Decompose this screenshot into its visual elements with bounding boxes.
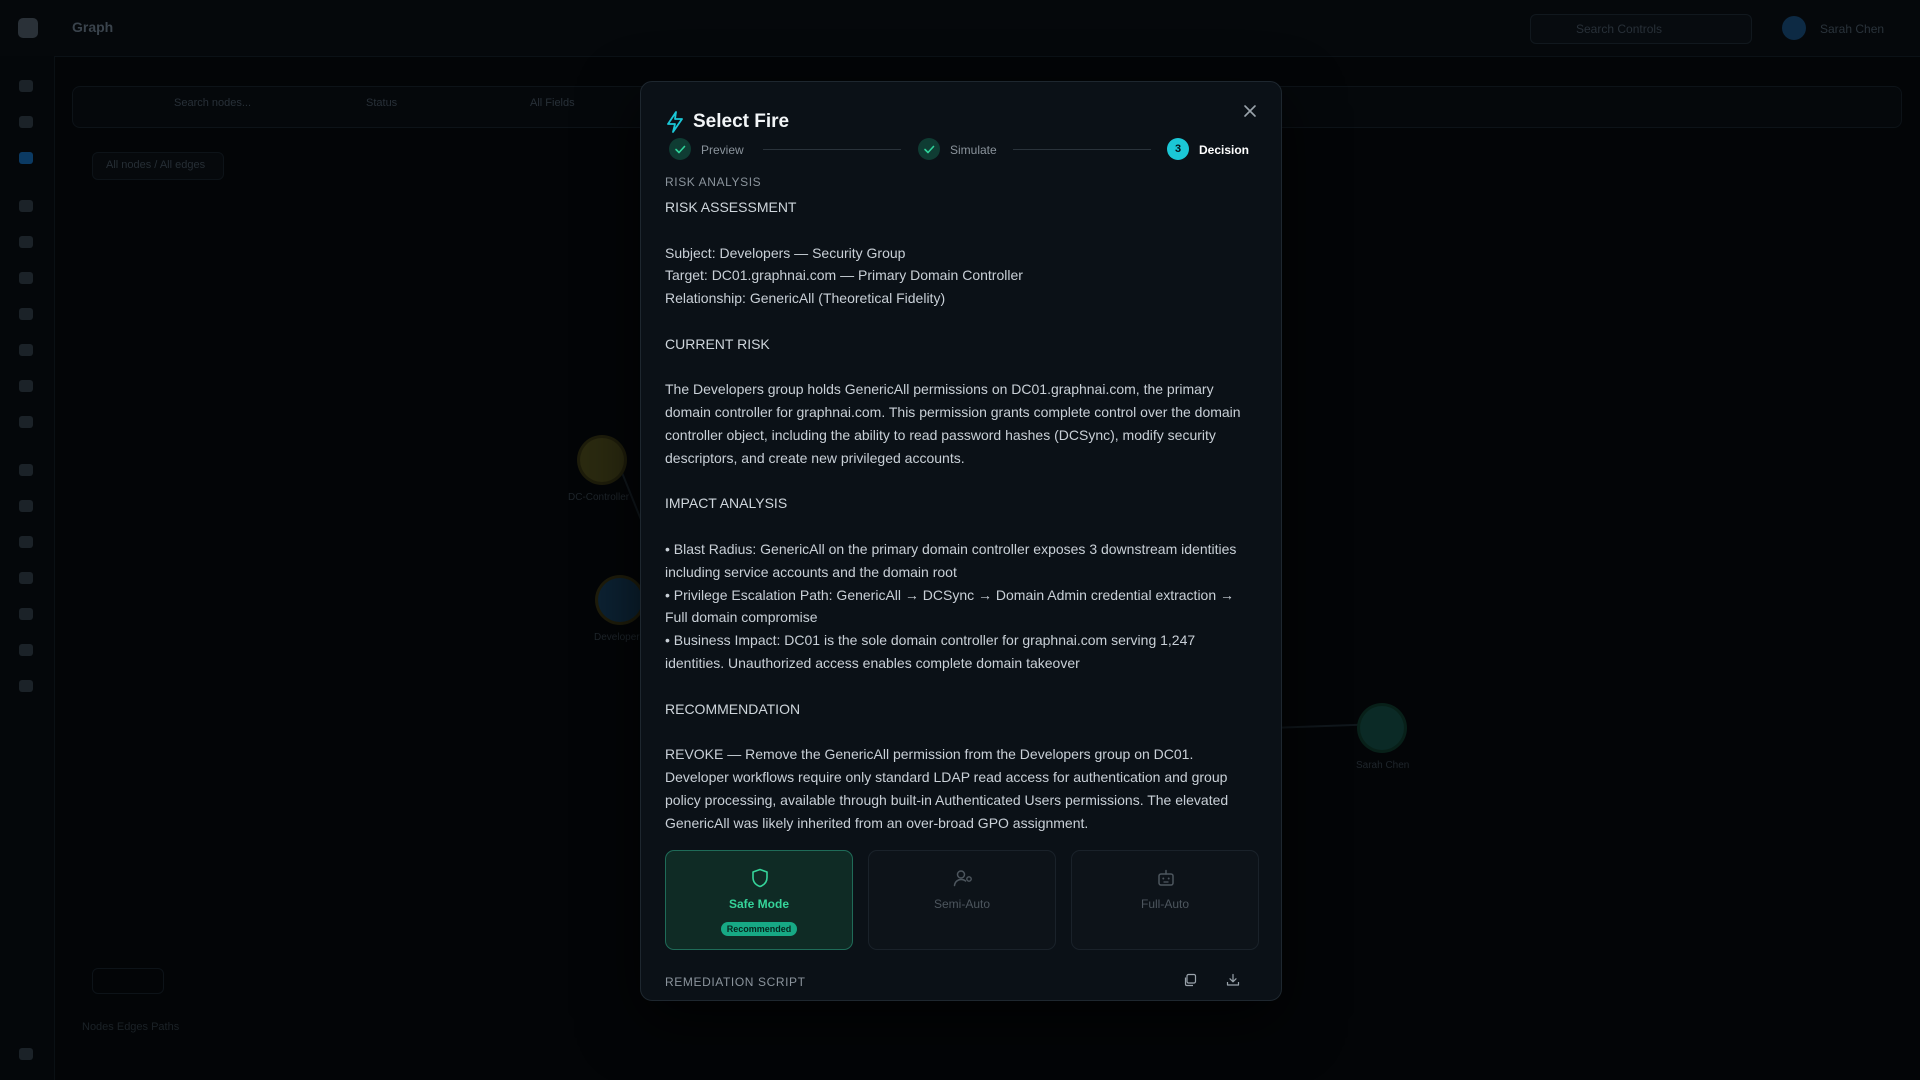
semi-auto-label: Semi-Auto xyxy=(933,897,991,911)
toolbar-search[interactable]: Search nodes... xyxy=(174,97,251,109)
semi-auto-option[interactable]: Semi-Auto xyxy=(868,850,1056,950)
sidebar-graph-icon[interactable] xyxy=(19,152,33,164)
full-auto-option[interactable]: Full-Auto xyxy=(1071,850,1259,950)
graph-node-label: Developers xyxy=(594,632,645,643)
section-tag: RISK ANALYSIS xyxy=(665,175,762,189)
remediation-script-label: REMEDIATION SCRIPT xyxy=(665,975,806,989)
copy-icon[interactable] xyxy=(1183,973,1197,987)
toolbar-fields[interactable]: All Fields xyxy=(530,97,575,109)
graph-node-label: Sarah Chen xyxy=(1356,760,1410,771)
execution-mode-selector: Safe Mode Recommended Semi-Auto Full-Aut… xyxy=(665,850,1259,950)
app-logo-icon[interactable] xyxy=(18,18,38,38)
impact-item: • Blast Radius: GenericAll on the primar… xyxy=(665,540,1237,580)
sidebar-bell-icon[interactable] xyxy=(19,464,33,476)
recommendation-heading: RECOMMENDATION xyxy=(665,700,801,717)
risk-analysis-text: RISK ASSESSMENT Subject: Developers — Se… xyxy=(665,196,1257,834)
step-preview-label: Preview xyxy=(701,143,744,157)
graph-node-user[interactable] xyxy=(1360,706,1404,750)
current-risk-text: The Developers group holds GenericAll pe… xyxy=(665,381,1241,466)
sidebar-chart-icon[interactable] xyxy=(19,380,33,392)
select-fire-modal: Select Fire Preview Simulate 3 Decision … xyxy=(640,81,1282,1001)
robot-icon xyxy=(1158,869,1174,886)
sidebar-users-icon[interactable] xyxy=(19,200,33,212)
bolt-icon xyxy=(667,111,683,133)
sidebar-folder-icon[interactable] xyxy=(19,536,33,548)
top-search-placeholder: Search Controls xyxy=(1576,22,1663,36)
toolbar-status[interactable]: Status xyxy=(366,97,397,109)
shield-icon xyxy=(752,868,768,888)
legend-button[interactable] xyxy=(92,968,164,994)
top-bar: Graph Search Controls Sarah Chen xyxy=(0,0,1920,57)
graph-stats: Nodes Edges Paths xyxy=(82,1021,180,1033)
sidebar-help-icon[interactable] xyxy=(19,680,33,692)
sidebar-key-icon[interactable] xyxy=(19,308,33,320)
graph-node-group[interactable] xyxy=(598,578,642,622)
impact-item: • Privilege Escalation Path: GenericAll … xyxy=(665,586,1235,626)
step-connector xyxy=(1013,149,1151,150)
stepper: Preview Simulate 3 Decision xyxy=(669,137,1253,163)
impact-item: • Business Impact: DC01 is the sole doma… xyxy=(665,632,1196,671)
user-gear-icon xyxy=(953,870,972,887)
step-preview-check-icon xyxy=(669,138,691,160)
safe-mode-option[interactable]: Safe Mode Recommended xyxy=(665,850,853,950)
graph-node-server[interactable] xyxy=(580,438,624,482)
user-name: Sarah Chen xyxy=(1820,22,1885,36)
sidebar-link-icon[interactable] xyxy=(19,500,33,512)
sidebar-home-icon[interactable] xyxy=(19,80,33,92)
step-simulate-check-icon xyxy=(918,138,940,160)
modal-title: Select Fire xyxy=(693,111,790,132)
relationship-line: Relationship: GenericAll (Theoretical Fi… xyxy=(665,290,946,307)
step-decision-label: Decision xyxy=(1199,143,1250,157)
assessment-heading: RISK ASSESSMENT xyxy=(665,199,797,215)
sidebar-list-icon[interactable] xyxy=(19,416,33,428)
sidebar-shield-icon[interactable] xyxy=(19,272,33,284)
sidebar-groups-icon[interactable] xyxy=(19,236,33,248)
recommended-badge: Recommended xyxy=(720,922,798,936)
impact-heading: IMPACT ANALYSIS xyxy=(665,495,788,512)
target-line: Target: DC01.graphnai.com — Primary Doma… xyxy=(665,267,1023,284)
filter-chip-label: All nodes / All edges xyxy=(106,159,206,171)
full-auto-label: Full-Auto xyxy=(1140,897,1190,911)
sidebar-search-icon[interactable] xyxy=(19,116,33,128)
download-icon[interactable] xyxy=(1226,973,1240,987)
subject-line: Subject: Developers — Security Group xyxy=(665,244,906,261)
avatar[interactable] xyxy=(1782,16,1806,40)
sidebar-doc-icon[interactable] xyxy=(19,608,33,620)
step-connector xyxy=(763,149,901,150)
app-name: Graph xyxy=(72,19,114,35)
graph-node-label: DC-Controller xyxy=(568,492,630,503)
close-icon[interactable] xyxy=(1242,103,1258,119)
sidebar-server-icon[interactable] xyxy=(19,344,33,356)
sidebar-flag-icon[interactable] xyxy=(19,572,33,584)
current-risk-heading: CURRENT RISK xyxy=(665,335,770,352)
sidebar xyxy=(0,56,55,1080)
sidebar-collapse-icon[interactable] xyxy=(19,1048,33,1060)
sidebar-settings-icon[interactable] xyxy=(19,644,33,656)
recommendation-text: REVOKE — Remove the GenericAll permissio… xyxy=(665,746,1229,831)
step-decision-number: 3 xyxy=(1167,138,1189,160)
safe-mode-label: Safe Mode xyxy=(728,897,789,911)
step-simulate-label: Simulate xyxy=(950,143,997,157)
